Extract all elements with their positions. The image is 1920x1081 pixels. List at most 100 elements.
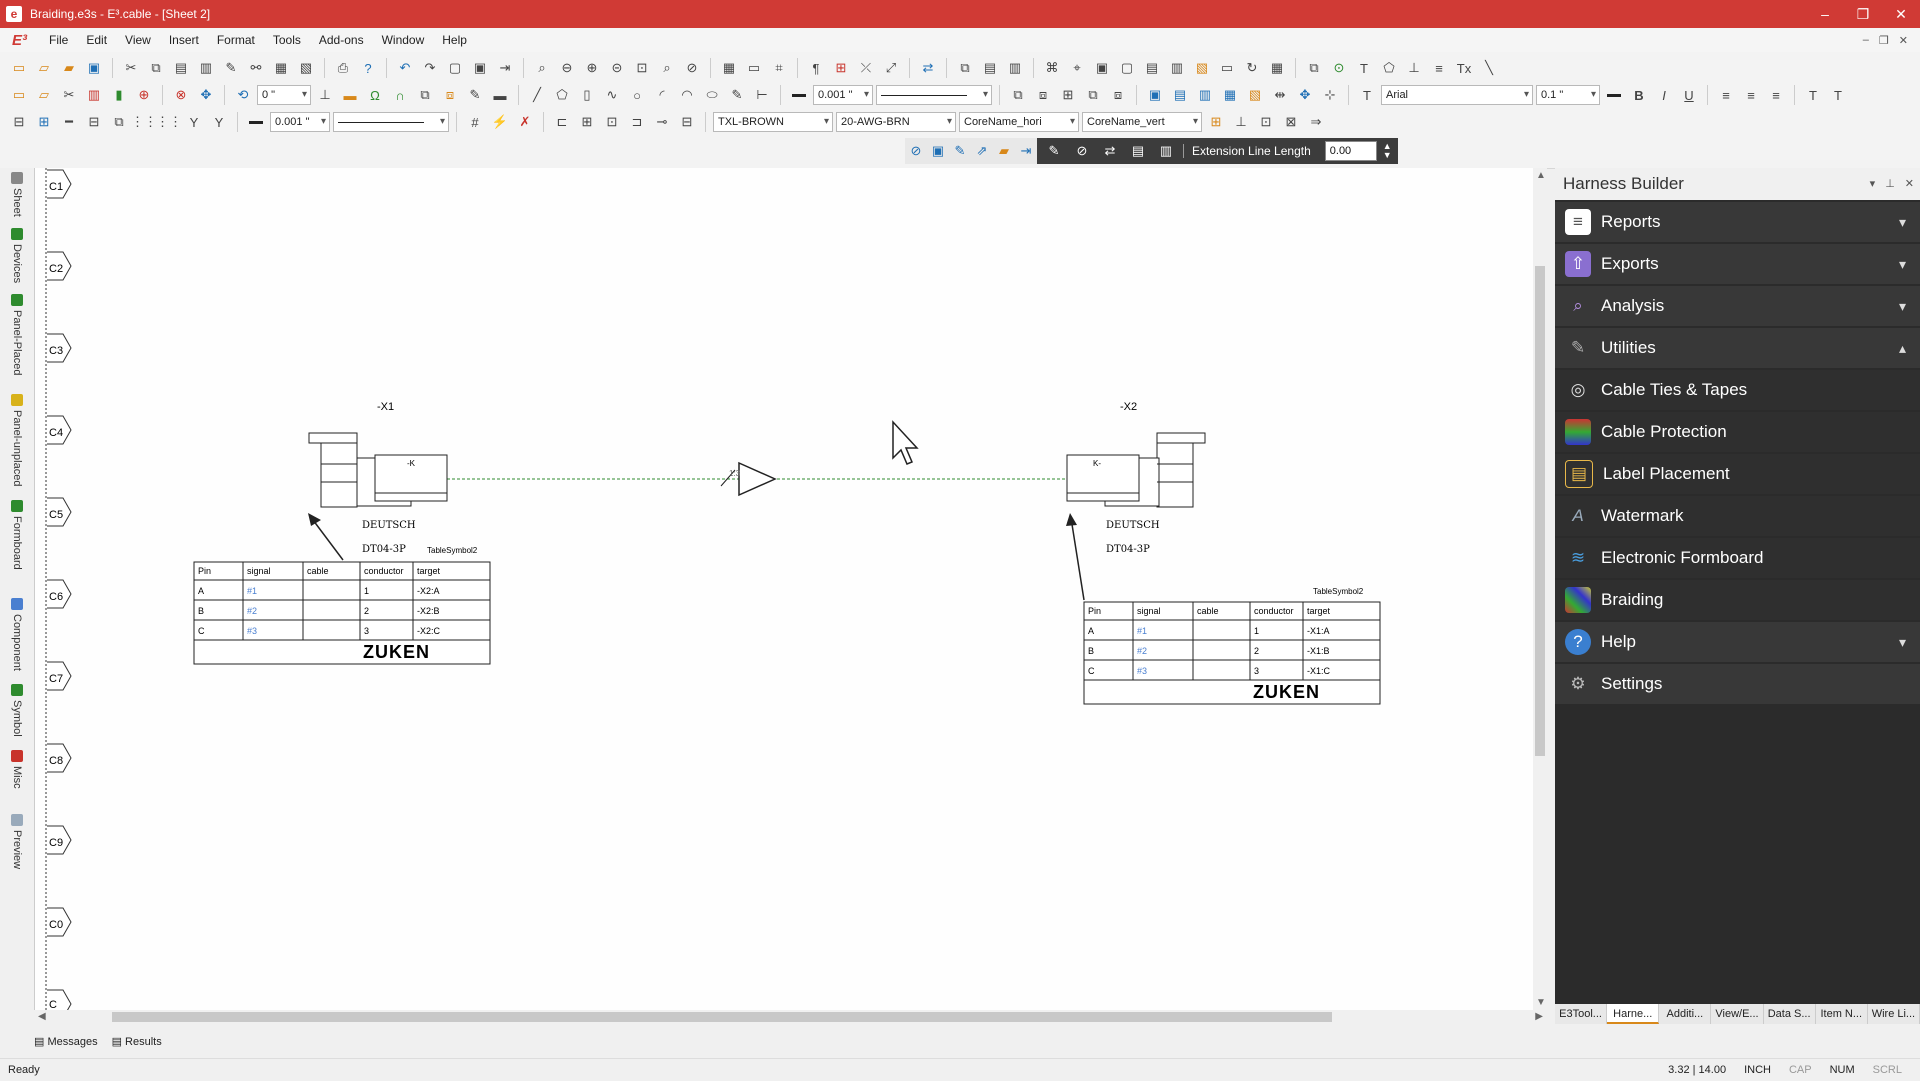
ruler-icon[interactable]: ▭: [743, 57, 765, 79]
tab-view[interactable]: View/E...: [1711, 1004, 1764, 1024]
net-d-icon[interactable]: ⊐: [626, 111, 648, 133]
ext-clip-icon[interactable]: ▥: [1155, 140, 1177, 162]
circle-draw-icon[interactable]: ○: [626, 84, 648, 106]
group-d-icon[interactable]: ⧉: [1082, 84, 1104, 106]
font-icon[interactable]: T: [1356, 84, 1378, 106]
tab-formboard[interactable]: Formboard: [6, 500, 28, 570]
connect-icon[interactable]: ⤫: [855, 57, 877, 79]
tool-h-icon[interactable]: ▭: [1216, 57, 1238, 79]
text-style-icon[interactable]: T: [1802, 84, 1824, 106]
menu-file[interactable]: File: [40, 33, 77, 47]
extension-line-length-input[interactable]: 0.00: [1324, 141, 1377, 161]
results-tab[interactable]: ▤ Results: [112, 1035, 162, 1048]
ext-ruler-icon[interactable]: ⊘: [1071, 140, 1093, 162]
ext-pen-icon[interactable]: ✎: [1043, 140, 1065, 162]
window-cascade-icon[interactable]: ⧉: [954, 57, 976, 79]
tool-m-icon[interactable]: ▬: [339, 84, 361, 106]
conn-g-icon[interactable]: ⋮⋮: [156, 111, 182, 133]
tab-item[interactable]: Item N...: [1816, 1004, 1868, 1024]
redo-icon[interactable]: ↷: [419, 57, 441, 79]
device-icon[interactable]: ▥: [83, 84, 105, 106]
conn-f-icon[interactable]: ⋮⋮: [131, 111, 157, 133]
harness-d-icon[interactable]: ⊠: [1280, 111, 1302, 133]
tool-n-icon[interactable]: ⧉: [414, 84, 436, 106]
tool-a-icon[interactable]: ⌘: [1041, 57, 1063, 79]
print-icon[interactable]: ⎙: [332, 57, 354, 79]
line-width-combo[interactable]: 0.001 ": [813, 85, 873, 105]
menu-format[interactable]: Format: [208, 33, 264, 47]
panel-item-reports[interactable]: ≡ Reports ▾: [1555, 202, 1920, 242]
zoom-minus-icon[interactable]: ⊝: [606, 57, 628, 79]
rect-draw-icon[interactable]: ▯: [576, 84, 598, 106]
tab-e3tool[interactable]: E3Tool...: [1555, 1004, 1608, 1024]
zoom-fit-icon[interactable]: ⊡: [631, 57, 653, 79]
snap-icon[interactable]: ⌗: [768, 57, 790, 79]
connector-x1[interactable]: -X1 -K DEUTSCH DT04-3P: [308, 401, 448, 561]
undo-icon[interactable]: ↶: [394, 57, 416, 79]
group-b-icon[interactable]: ⧈: [1032, 84, 1054, 106]
harness-b-icon[interactable]: ⊥: [1230, 111, 1252, 133]
fork-icon[interactable]: Y: [183, 111, 205, 133]
line-width2-combo[interactable]: 0.001 ": [270, 112, 330, 132]
grid-icon[interactable]: ▦: [718, 57, 740, 79]
clipboard2-icon[interactable]: ▧: [295, 57, 317, 79]
scroll-left-icon[interactable]: ◀: [38, 1011, 46, 1022]
menu-help[interactable]: Help: [433, 33, 476, 47]
tab-symbol[interactable]: Symbol: [6, 684, 28, 737]
align-right-icon[interactable]: ≡: [1765, 84, 1787, 106]
align-left-icon[interactable]: ≡: [1715, 84, 1737, 106]
sig-icon[interactable]: ⚡: [489, 111, 511, 133]
sheet-icon[interactable]: ▢: [444, 57, 466, 79]
menu-window[interactable]: Window: [373, 33, 434, 47]
harness-e-icon[interactable]: ⇒: [1305, 111, 1327, 133]
net-a-icon[interactable]: ⊏: [551, 111, 573, 133]
forward-icon[interactable]: ▥: [1194, 84, 1216, 106]
panel-item-analysis[interactable]: ⌕ Analysis ▾: [1555, 286, 1920, 326]
underline-button[interactable]: U: [1678, 84, 1700, 106]
move-icon[interactable]: ✥: [195, 84, 217, 106]
panel-close-icon[interactable]: ✕: [1905, 168, 1914, 200]
tool-b-icon[interactable]: ⌖: [1066, 57, 1088, 79]
group-a-icon[interactable]: ⧉: [1007, 84, 1029, 106]
ext-a-icon[interactable]: ⊘: [905, 140, 927, 162]
distribute-icon[interactable]: ⇹: [1269, 84, 1291, 106]
dim-tool-icon[interactable]: ⊥: [1403, 57, 1425, 79]
tool-o-icon[interactable]: ⧈: [439, 84, 461, 106]
backward-icon[interactable]: ▦: [1219, 84, 1241, 106]
core-hori-combo[interactable]: CoreName_hori: [959, 112, 1079, 132]
panel-dropdown-icon[interactable]: ▾: [1870, 168, 1876, 200]
panel-item-exports[interactable]: ⇧ Exports ▾: [1555, 244, 1920, 284]
tab-preview[interactable]: Preview: [6, 814, 28, 869]
italic-button[interactable]: I: [1653, 84, 1675, 106]
net-f-icon[interactable]: ⊟: [676, 111, 698, 133]
messages-tab[interactable]: ▤ Messages: [34, 1035, 98, 1048]
tool-g-icon[interactable]: ▧: [1191, 57, 1213, 79]
panel-pin-icon[interactable]: ⊥: [1885, 168, 1895, 200]
harness-a-icon[interactable]: ⊞: [1205, 111, 1227, 133]
component-icon[interactable]: ▮: [108, 84, 130, 106]
drawing-canvas[interactable]: C1 C2 C3 C4 C5 C6 C7 C8 C9 C0 C 1:3 -X1: [34, 168, 1535, 1010]
tool-i-icon[interactable]: ▦: [1266, 57, 1288, 79]
polygon-tool-icon[interactable]: ⬠: [1378, 57, 1400, 79]
front-icon[interactable]: ▣: [1144, 84, 1166, 106]
tab-sheet[interactable]: Sheet: [6, 172, 28, 217]
paste-special-icon[interactable]: ▥: [195, 57, 217, 79]
arc2-draw-icon[interactable]: ◠: [676, 84, 698, 106]
text-color-icon[interactable]: [1603, 84, 1625, 106]
wire-type-combo[interactable]: 20-AWG-BRN: [836, 112, 956, 132]
arc-draw-icon[interactable]: ◜: [651, 84, 673, 106]
color2-icon[interactable]: [245, 111, 267, 133]
tool-e-icon[interactable]: ▤: [1141, 57, 1163, 79]
link-icon[interactable]: ⚯: [245, 57, 267, 79]
tab-data[interactable]: Data S...: [1764, 1004, 1816, 1024]
paragraph-icon[interactable]: ¶: [805, 57, 827, 79]
scroll-right-icon[interactable]: ▶: [1535, 1011, 1543, 1022]
panel-item-cable-protection[interactable]: Cable Protection: [1555, 412, 1920, 452]
ext-save-icon[interactable]: ▣: [927, 140, 949, 162]
net-e-icon[interactable]: ⊸: [651, 111, 673, 133]
align-tool-icon[interactable]: ≡: [1428, 57, 1450, 79]
wire-color-combo[interactable]: TXL-BROWN: [713, 112, 833, 132]
ext-doc-icon[interactable]: ▤: [1127, 140, 1149, 162]
zoom-in-icon[interactable]: ⊕: [581, 57, 603, 79]
fork2-icon[interactable]: Y: [208, 111, 230, 133]
